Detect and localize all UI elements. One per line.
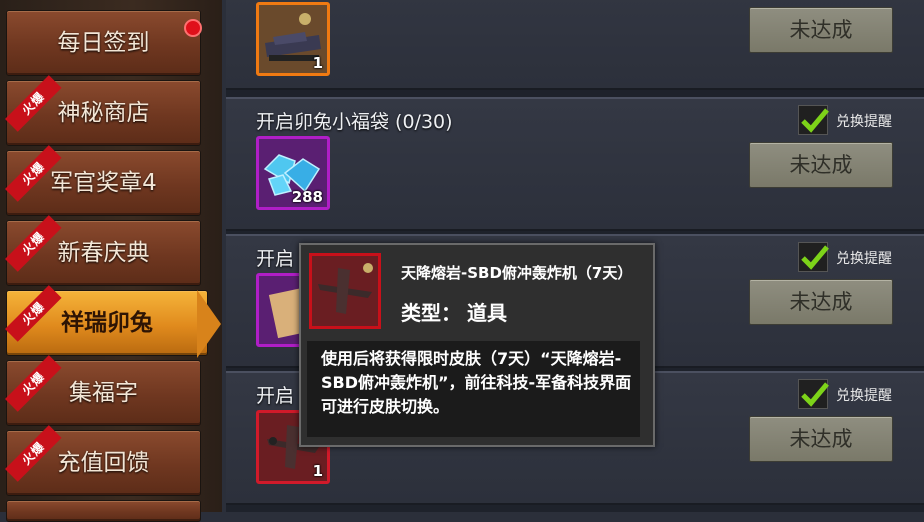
sidebar-tab-daily-checkin[interactable]: 每日签到: [6, 10, 202, 76]
sidebar-tab-label: 新春庆典: [57, 240, 150, 266]
task-row: 1 未达成: [226, 0, 924, 90]
bomber-plane-icon: [312, 256, 378, 326]
checkmark-icon: [801, 245, 829, 270]
checkmark-icon: [801, 108, 829, 133]
reminder-label: 兑换提醒: [836, 114, 892, 130]
sidebar-tab-collect-fu[interactable]: 集福字 火爆: [5, 355, 201, 426]
item-quantity: 1: [312, 54, 323, 72]
sidebar-tab-label: 祥瑞卯兔: [61, 310, 153, 336]
sidebar-tab-lucky-rabbit[interactable]: 祥瑞卯兔 火爆: [5, 285, 208, 356]
item-tooltip: 天降熔岩-SBD俯冲轰炸机（7天） 类型： 道具 使用后将获得限时皮肤（7天）“…: [299, 243, 655, 447]
sidebar-tab-label: 充值回馈: [57, 450, 150, 476]
claim-status-button[interactable]: 未达成: [749, 142, 893, 188]
task-row: 开启卯兔小福袋 (0/30) 288 兑换提醒 未达成: [226, 97, 924, 231]
checkmark-icon: [801, 382, 829, 407]
tooltip-item-icon: [309, 253, 381, 329]
reminder-label: 兑换提醒: [836, 251, 892, 267]
sidebar-tab-label: 集福字: [69, 380, 138, 406]
tooltip-item-name: 天降熔岩-SBD俯冲轰炸机（7天）: [401, 264, 633, 282]
notification-dot: [184, 19, 202, 37]
claim-status-button[interactable]: 未达成: [749, 416, 893, 462]
hot-badge: 火爆: [5, 75, 62, 132]
reward-item[interactable]: 288: [256, 136, 330, 210]
sidebar-tab-label: 每日签到: [57, 30, 150, 56]
sidebar-tab-label: 神秘商店: [57, 100, 150, 126]
hot-badge: 火爆: [5, 425, 62, 482]
sidebar-tab-label: 军官奖章4: [50, 170, 157, 196]
reminder-checkbox[interactable]: [798, 379, 829, 409]
claim-status-button[interactable]: 未达成: [749, 7, 893, 53]
tooltip-type-value: 道具: [467, 301, 507, 325]
hot-badge: 火爆: [5, 215, 62, 272]
reminder-checkbox[interactable]: [798, 105, 829, 135]
sidebar-tab-recharge-reward[interactable]: 充值回馈 火爆: [5, 425, 201, 496]
sidebar-tab-spring-festival[interactable]: 新春庆典 火爆: [5, 215, 201, 286]
sidebar-tab-partial[interactable]: [6, 500, 201, 522]
task-title: 开启卯兔小福袋 (0/30): [256, 111, 453, 133]
tooltip-description: 使用后将获得限时皮肤（7天）“天降熔岩-SBD俯冲轰炸机”，前往科技-军备科技界…: [307, 341, 640, 437]
activity-sidebar: 每日签到 神秘商店 火爆 军官奖章4 火爆 新春庆典 火爆 祥瑞卯兔 火爆 集福…: [0, 0, 222, 522]
task-title: 开启: [256, 385, 295, 407]
reminder-label: 兑换提醒: [836, 388, 892, 404]
active-tab-arrow: [197, 290, 221, 358]
item-quantity: 1: [312, 462, 323, 480]
claim-status-button[interactable]: 未达成: [749, 279, 893, 325]
sidebar-tab-mystery-shop[interactable]: 神秘商店 火爆: [5, 75, 201, 146]
item-quantity: 288: [291, 188, 323, 206]
hot-badge: 火爆: [5, 285, 62, 342]
sidebar-tab-officer-medal[interactable]: 军官奖章4 火爆: [5, 145, 201, 216]
reward-item[interactable]: 1: [256, 2, 330, 76]
task-title: 开启: [256, 248, 295, 270]
tooltip-type-label: 类型：: [401, 301, 461, 325]
hot-badge: 火爆: [5, 355, 62, 412]
reminder-checkbox[interactable]: [798, 242, 829, 272]
